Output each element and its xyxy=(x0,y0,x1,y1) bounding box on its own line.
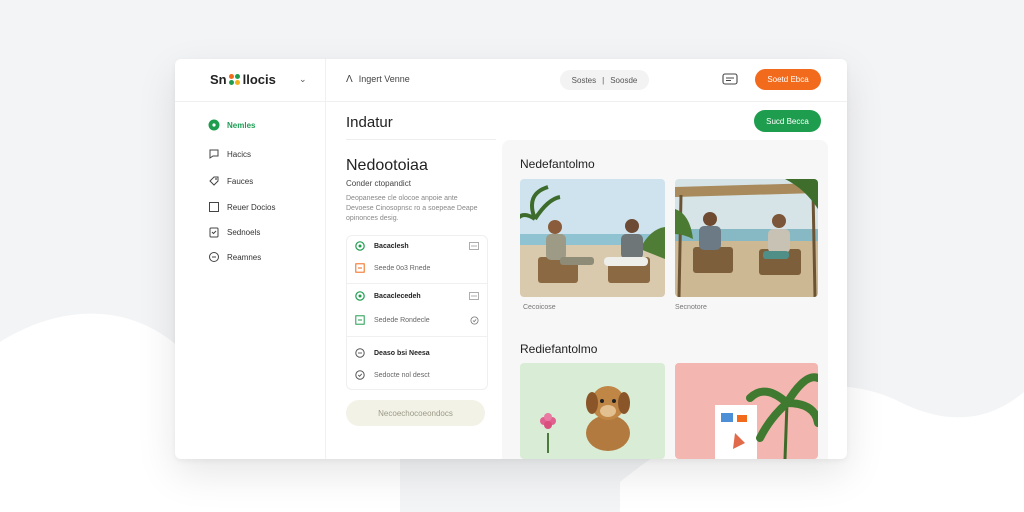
list-item[interactable]: Sedede Rondecle xyxy=(355,313,479,327)
photo-beach-2[interactable] xyxy=(675,179,818,297)
photo-caption: Secnotore xyxy=(675,304,707,311)
clipboard-icon xyxy=(208,226,220,238)
sidebar-item-2[interactable]: Hacics xyxy=(208,146,251,162)
gallery-title: Nedefantolmo xyxy=(520,157,595,171)
calendar-icon[interactable] xyxy=(469,292,479,300)
sidebar-item-label: Sednoels xyxy=(227,227,261,237)
tag-icon xyxy=(208,175,220,187)
section-title: Nedootoiaa xyxy=(346,157,428,174)
sidebar-item-label: Reuer Docios xyxy=(227,202,276,212)
brand-name-left: Sn xyxy=(210,72,227,87)
section-description: Deopanesee cle olocoe anpoie ante Devoes… xyxy=(346,195,478,222)
circle-icon xyxy=(208,251,220,263)
brand-logo-icon xyxy=(228,73,241,86)
list-item-label: Seede 0o3 Rnede xyxy=(374,264,431,272)
list-item[interactable]: Seede 0o3 Rnede xyxy=(355,261,479,275)
top-bar: Sn llocis ⌄ Λ Ingert Venne Sostes | Soosd… xyxy=(175,59,847,102)
divider xyxy=(347,336,487,337)
sidebar-item-label: Reamnes xyxy=(227,252,262,262)
list-item-label: Sedocte nol desct xyxy=(374,371,430,379)
list-item[interactable]: Bacaclecedeh xyxy=(355,289,479,303)
square-icon xyxy=(355,315,365,325)
section-subtitle: Conder ctopandict xyxy=(346,179,411,188)
sidebar-item-label: Hacics xyxy=(227,149,252,159)
chevron-down-icon[interactable]: ⌄ xyxy=(299,74,307,85)
calendar-icon[interactable] xyxy=(469,242,479,250)
circle-dot-icon xyxy=(208,119,220,131)
breadcrumb-label: Ingert Venne xyxy=(358,74,410,84)
square-icon xyxy=(355,263,365,273)
square-icon xyxy=(208,201,220,213)
list-item-label: Bacaclecedeh xyxy=(374,292,421,300)
photo-plush-dog[interactable] xyxy=(520,363,665,459)
list-item-label: Bacaclesh xyxy=(374,242,409,250)
toggle-right[interactable]: Soosde xyxy=(610,76,637,85)
list-item[interactable]: Deaso bsi Neesa xyxy=(355,346,479,360)
sidebar-divider xyxy=(325,59,326,459)
circle-dot-icon xyxy=(355,241,365,251)
sidebar-item-label: Fauces xyxy=(227,176,254,186)
list-item[interactable]: Sedocte nol desct xyxy=(355,368,479,382)
brand[interactable]: Sn llocis xyxy=(210,72,276,87)
header-cta-button[interactable]: Soetd Ebca xyxy=(755,69,821,90)
toggle-separator: | xyxy=(602,75,605,85)
circle-icon xyxy=(355,348,365,358)
view-toggle[interactable]: Sostes | Soosde xyxy=(560,70,649,90)
divider xyxy=(347,283,487,284)
primary-button[interactable]: Sucd Becca xyxy=(754,110,821,132)
chat-icon xyxy=(208,148,220,160)
task-list: Bacaclesh Seede 0o3 Rnede Bacaclecedeh S… xyxy=(346,235,488,390)
list-item[interactable]: Bacaclesh xyxy=(355,239,479,253)
secondary-button[interactable]: Necoechocoeondocs xyxy=(346,400,485,426)
list-item-label: Deaso bsi Neesa xyxy=(374,349,430,357)
sidebar-item-1[interactable]: Nemles xyxy=(208,117,255,133)
circle-dot-icon xyxy=(355,291,365,301)
brand-name-right: llocis xyxy=(242,72,276,87)
divider xyxy=(346,139,496,140)
circle-icon xyxy=(355,370,365,380)
photo-beach-1[interactable] xyxy=(520,179,665,297)
caret-up-icon: Λ xyxy=(346,74,353,85)
breadcrumb[interactable]: Λ Ingert Venne xyxy=(346,74,410,85)
gallery-title: Rediefantolmo xyxy=(520,342,598,356)
bell-icon[interactable] xyxy=(722,72,738,86)
sidebar-item-6[interactable]: Reamnes xyxy=(208,249,261,265)
photo-caption: Cecoicose xyxy=(523,304,556,311)
sidebar-item-label: Nemles xyxy=(227,120,256,130)
photo-pink-plant[interactable] xyxy=(675,363,818,459)
page-title: Indatur xyxy=(346,114,393,131)
sidebar-item-5[interactable]: Sednoels xyxy=(208,224,260,240)
sidebar-item-4[interactable]: Reuer Docios xyxy=(208,199,275,215)
toggle-left[interactable]: Sostes xyxy=(572,76,596,85)
shield-icon[interactable] xyxy=(469,315,479,325)
sidebar-item-3[interactable]: Fauces xyxy=(208,173,253,189)
app-window: Sn llocis ⌄ Λ Ingert Venne Sostes | Soosd… xyxy=(175,59,847,459)
list-item-label: Sedede Rondecle xyxy=(374,316,430,324)
